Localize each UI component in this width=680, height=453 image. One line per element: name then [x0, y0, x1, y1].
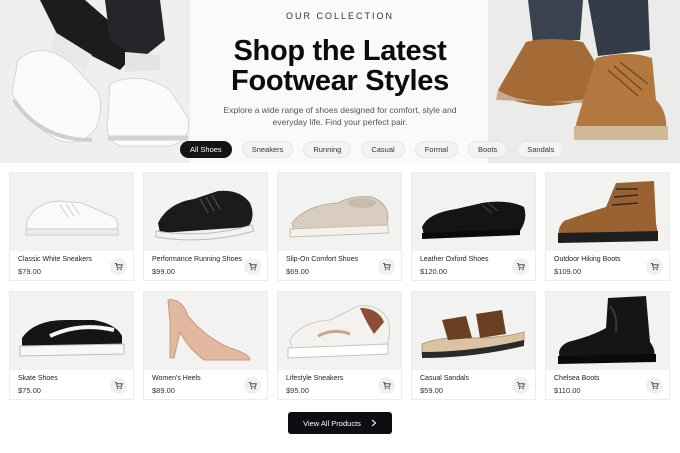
- product-name[interactable]: Outdoor Hiking Boots: [554, 256, 621, 263]
- product-image[interactable]: [412, 292, 535, 370]
- product-card[interactable]: Performance Running Shoes $99.00: [143, 172, 268, 281]
- product-name[interactable]: Skate Shoes: [18, 375, 58, 382]
- hero-banner: OUR COLLECTION Shop the Latest Footwear …: [0, 0, 680, 163]
- lifestyle-sneaker-icon: [287, 305, 391, 359]
- add-to-cart-button[interactable]: [512, 377, 529, 394]
- filter-all-shoes[interactable]: All Shoes: [180, 141, 232, 158]
- product-name[interactable]: Leather Oxford Shoes: [420, 256, 489, 263]
- product-name[interactable]: Performance Running Shoes: [152, 256, 242, 263]
- cart-icon: [650, 381, 659, 390]
- hero-subtitle-line-2: everyday life. Find your perfect pair.: [272, 117, 408, 127]
- chelsea-boot-icon: [558, 296, 656, 364]
- section-eyebrow: OUR COLLECTION: [285, 11, 394, 21]
- product-image[interactable]: [144, 292, 267, 370]
- cart-icon: [248, 262, 257, 271]
- brown-boots-image: [488, 0, 680, 163]
- product-image[interactable]: [278, 173, 401, 251]
- cart-icon: [650, 262, 659, 271]
- product-image[interactable]: [546, 173, 669, 251]
- cart-icon: [114, 381, 123, 390]
- product-name[interactable]: Lifestyle Sneakers: [286, 375, 343, 382]
- product-image[interactable]: [412, 173, 535, 251]
- add-to-cart-button[interactable]: [512, 258, 529, 275]
- chevron-right-icon: [371, 419, 377, 427]
- product-name[interactable]: Chelsea Boots: [554, 375, 600, 382]
- hero-subtitle-line-1: Explore a wide range of shoes designed f…: [223, 105, 457, 115]
- running-shoe-icon: [155, 190, 255, 241]
- page-title-line-2: Footwear Styles: [231, 65, 449, 97]
- product-card[interactable]: Slip-On Comfort Shoes $69.00: [277, 172, 402, 281]
- page-title: Shop the Latest Footwear Styles: [190, 36, 490, 96]
- filter-sneakers[interactable]: Sneakers: [241, 141, 294, 158]
- add-to-cart-button[interactable]: [244, 377, 261, 394]
- skate-shoe-icon: [19, 320, 125, 357]
- cart-icon: [248, 381, 257, 390]
- oxford-shoe-icon: [422, 201, 526, 239]
- sandal-icon: [421, 310, 525, 358]
- product-image[interactable]: [10, 292, 133, 370]
- filter-formal[interactable]: Formal: [414, 141, 459, 158]
- product-price: $79.00: [18, 267, 41, 276]
- product-name[interactable]: Classic White Sneakers: [18, 256, 92, 263]
- product-card[interactable]: Lifestyle Sneakers $95.00: [277, 291, 402, 400]
- cart-icon: [516, 381, 525, 390]
- page-title-line-1: Shop the Latest: [233, 35, 447, 67]
- product-price: $75.00: [18, 386, 41, 395]
- product-image[interactable]: [10, 173, 133, 251]
- filter-boots[interactable]: Boots: [468, 141, 508, 158]
- product-card[interactable]: Casual Sandals $59.00: [411, 291, 536, 400]
- add-to-cart-button[interactable]: [378, 377, 395, 394]
- white-sneakers-image: [0, 0, 195, 163]
- product-name[interactable]: Women's Heels: [152, 375, 201, 382]
- product-price: $110.00: [554, 386, 581, 395]
- product-card[interactable]: Classic White Sneakers $79.00: [9, 172, 134, 281]
- product-image[interactable]: [278, 292, 401, 370]
- add-to-cart-button[interactable]: [646, 258, 663, 275]
- filter-sandals[interactable]: Sandals: [517, 141, 565, 158]
- cart-icon: [114, 262, 123, 271]
- product-price: $99.00: [152, 267, 175, 276]
- product-price: $89.00: [152, 386, 175, 395]
- filter-running[interactable]: Running: [303, 141, 352, 158]
- product-price: $109.00: [554, 267, 582, 276]
- product-price: $120.00: [420, 267, 448, 276]
- cart-icon: [516, 262, 525, 271]
- product-card[interactable]: Leather Oxford Shoes $120.00: [411, 172, 536, 281]
- add-to-cart-button[interactable]: [244, 258, 261, 275]
- add-to-cart-button[interactable]: [110, 258, 127, 275]
- hero-image-left: [0, 0, 195, 163]
- product-card[interactable]: Chelsea Boots $110.00: [545, 291, 670, 400]
- product-image[interactable]: [546, 292, 669, 370]
- hiking-boot-icon: [558, 181, 658, 243]
- heel-icon: [167, 299, 251, 361]
- hero-image-right: [488, 0, 680, 163]
- product-grid: Classic White Sneakers $79.00 Performanc…: [9, 172, 671, 400]
- product-card[interactable]: Outdoor Hiking Boots $109.00: [545, 172, 670, 281]
- product-card[interactable]: Women's Heels $89.00: [143, 291, 268, 400]
- hero-subtitle: Explore a wide range of shoes designed f…: [214, 104, 466, 128]
- product-price: $95.00: [286, 386, 309, 395]
- cart-icon: [382, 381, 391, 390]
- view-all-label: View All Products: [303, 418, 361, 428]
- product-price: $69.00: [286, 267, 309, 276]
- product-name[interactable]: Casual Sandals: [420, 375, 469, 382]
- category-filter-bar: All Shoes Sneakers Running Casual Formal…: [180, 141, 565, 158]
- slip-on-shoe-icon: [289, 196, 389, 238]
- product-card[interactable]: Skate Shoes $75.00: [9, 291, 134, 400]
- product-image[interactable]: [144, 173, 267, 251]
- white-sneaker-icon: [25, 200, 119, 236]
- add-to-cart-button[interactable]: [646, 377, 663, 394]
- product-price: $59.00: [420, 386, 443, 395]
- add-to-cart-button[interactable]: [378, 258, 395, 275]
- cart-icon: [382, 262, 391, 271]
- product-name[interactable]: Slip-On Comfort Shoes: [286, 256, 358, 263]
- add-to-cart-button[interactable]: [110, 377, 127, 394]
- view-all-products-button[interactable]: View All Products: [288, 412, 392, 434]
- filter-casual[interactable]: Casual: [361, 141, 405, 158]
- hero-text-panel: OUR COLLECTION Shop the Latest Footwear …: [190, 0, 490, 163]
